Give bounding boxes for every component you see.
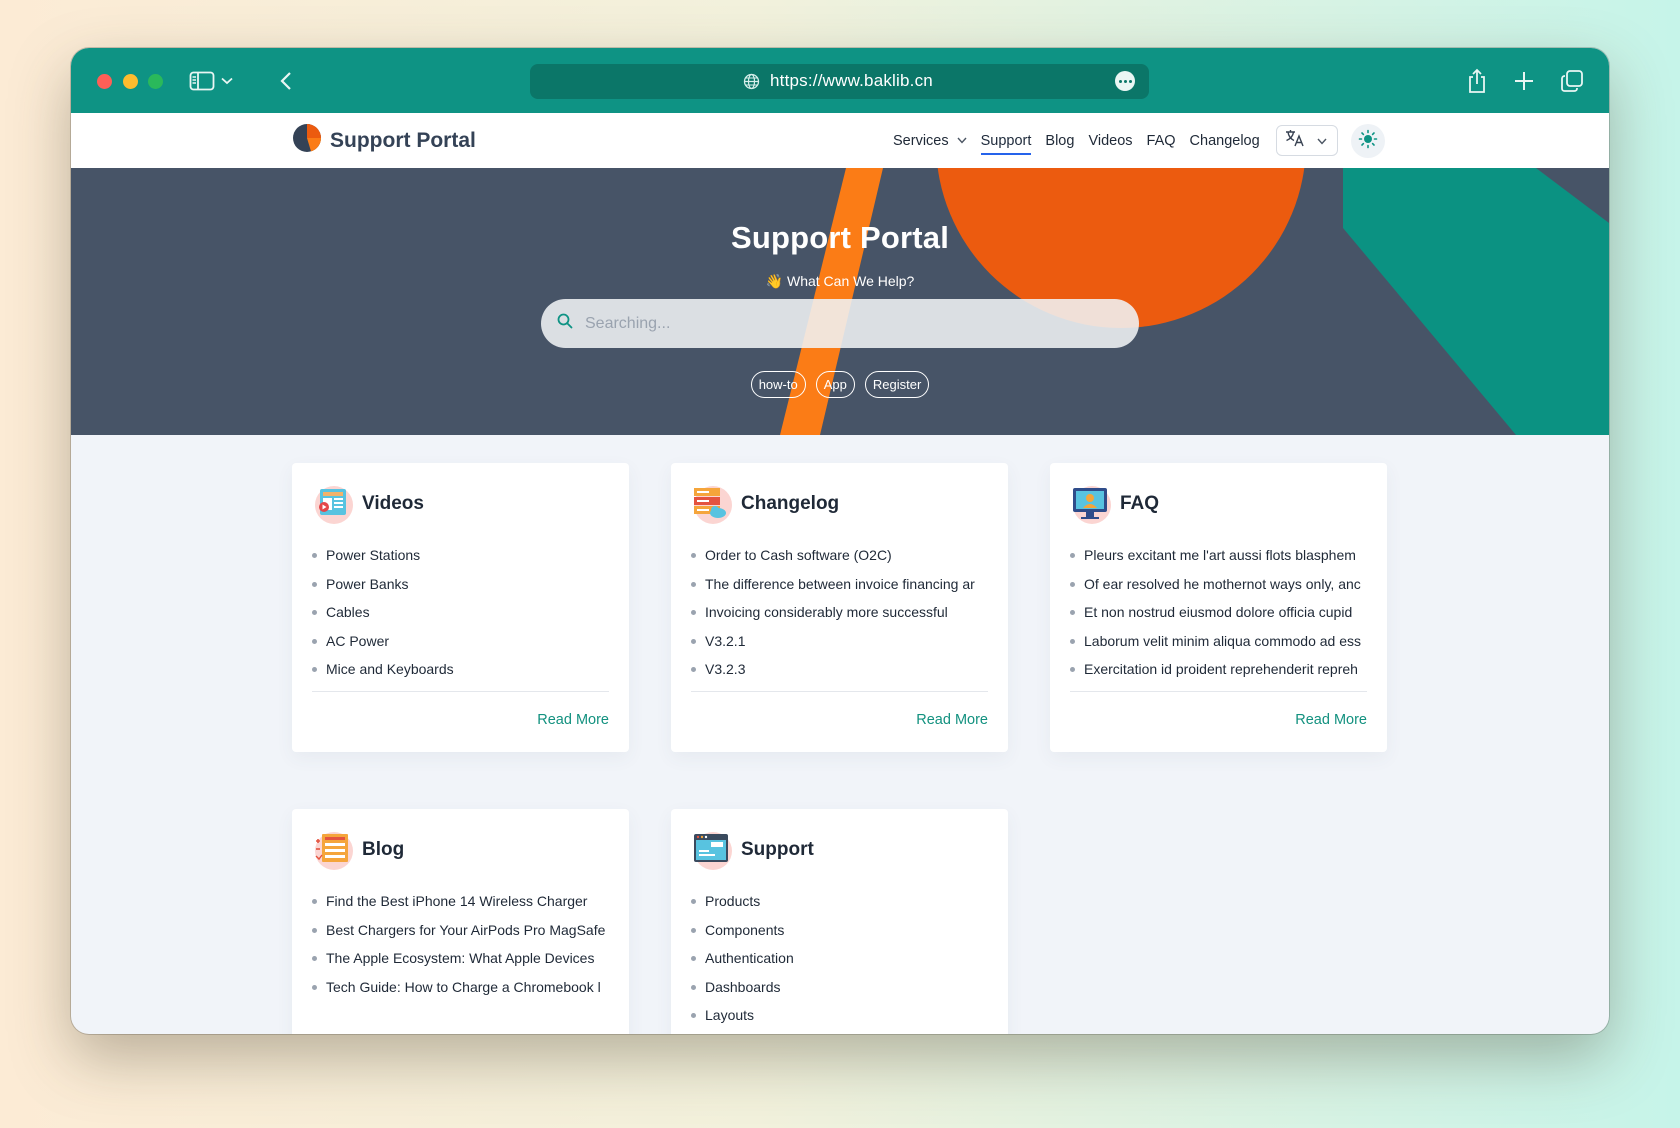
list-item[interactable]: Find the Best iPhone 14 Wireless Charger [312, 887, 608, 916]
read-more-link[interactable]: Read More [537, 712, 609, 728]
card-header: Changelog [691, 483, 839, 525]
site-header: Support Portal Services Support Blog Vid… [71, 113, 1609, 168]
divider [691, 691, 988, 692]
list-item[interactable]: Pleurs excitant me l'art aussi flots bla… [1070, 541, 1366, 570]
list-item[interactable]: Cables [312, 598, 608, 627]
search-box[interactable] [541, 299, 1139, 348]
card-header: Support [691, 829, 814, 871]
category-card-blog: Blog Find the Best iPhone 14 Wireless Ch… [292, 809, 629, 1034]
browser-window: https://www.baklib.cn Support Portal Ser… [71, 48, 1609, 1034]
hero-banner: Support Portal 👋 What Can We Help? how-t… [71, 168, 1609, 435]
list-item[interactable]: Components [691, 916, 987, 945]
list-item[interactable]: Invoicing considerably more successful [691, 598, 987, 627]
brand-name: Support Portal [330, 128, 476, 152]
card-title: Changelog [741, 493, 840, 514]
hero-subtitle: 👋 What Can We Help? [765, 273, 915, 289]
chevron-down-icon[interactable] [217, 66, 237, 96]
list-item[interactable]: Exercitation id proident reprehenderit r… [1070, 655, 1366, 684]
list-item[interactable]: Order to Cash software (O2C) [691, 541, 987, 570]
card-header: Videos [312, 483, 424, 525]
read-more-link[interactable]: Read More [916, 712, 988, 728]
url-text: https://www.baklib.cn [770, 71, 933, 90]
search-tags: how-to App Register [71, 371, 1609, 398]
sun-icon [1358, 129, 1378, 154]
tag-register[interactable]: Register [864, 371, 930, 398]
divider [1070, 691, 1367, 692]
list-item[interactable]: V3.2.1 [691, 627, 987, 656]
main-nav: Services Support Blog Videos FAQ Changel… [893, 113, 1274, 168]
share-icon[interactable] [1462, 66, 1492, 96]
zoom-window-button[interactable] [148, 74, 163, 89]
nav-changelog[interactable]: Changelog [1190, 113, 1260, 168]
list-item[interactable]: V3.2.3 [691, 655, 987, 684]
logo-icon [292, 123, 322, 158]
nav-support[interactable]: Support [980, 113, 1031, 168]
card-link-list: Pleurs excitant me l'art aussi flots bla… [1070, 541, 1366, 684]
tab-overview-icon[interactable] [1557, 66, 1587, 96]
card-link-list: Power Stations Power Banks Cables AC Pow… [312, 541, 608, 684]
video-gallery-icon [312, 483, 354, 525]
divider [312, 691, 609, 692]
globe-icon [743, 73, 760, 95]
list-item[interactable]: Products [691, 887, 987, 916]
close-window-button[interactable] [97, 74, 112, 89]
address-bar[interactable]: https://www.baklib.cn [530, 64, 1149, 99]
read-more-link[interactable]: Read More [1295, 712, 1367, 728]
card-title: FAQ [1120, 493, 1160, 514]
monitor-support-icon [1070, 483, 1112, 525]
theme-toggle-button[interactable] [1351, 124, 1385, 158]
browser-window-icon [691, 829, 733, 871]
card-link-list: Order to Cash software (O2C) The differe… [691, 541, 987, 684]
tag-app[interactable]: App [815, 371, 855, 398]
nav-videos[interactable]: Videos [1088, 113, 1132, 168]
list-item[interactable]: The Apple Ecosystem: What Apple Devices [312, 944, 608, 973]
list-item[interactable]: Tech Guide: How to Charge a Chromebook l [312, 973, 608, 1002]
list-item[interactable]: Et non nostrud eiusmod dolore officia cu… [1070, 598, 1366, 627]
more-options-icon[interactable] [1115, 71, 1135, 91]
list-item[interactable]: AC Power [312, 627, 608, 656]
nav-faq[interactable]: FAQ [1147, 113, 1176, 168]
brand[interactable]: Support Portal [292, 123, 476, 158]
chevron-down-icon [1317, 132, 1327, 150]
list-item[interactable]: Dashboards [691, 973, 987, 1002]
nav-blog[interactable]: Blog [1045, 113, 1074, 168]
list-item[interactable]: Laborum velit minim aliqua commodo ad es… [1070, 627, 1366, 656]
card-title: Videos [362, 493, 424, 514]
minimize-window-button[interactable] [123, 74, 138, 89]
browser-toolbar: https://www.baklib.cn [71, 48, 1609, 113]
hero-title: Support Portal [730, 220, 950, 255]
list-item[interactable]: Layouts [691, 1001, 987, 1030]
search-input[interactable] [585, 314, 1105, 333]
card-header: Blog [312, 829, 404, 871]
category-card-changelog: Changelog Order to Cash software (O2C) T… [671, 463, 1008, 752]
category-card-support: Support Products Components Authenticati… [671, 809, 1008, 1034]
list-item[interactable]: Authentication [691, 944, 987, 973]
category-card-faq: FAQ Pleurs excitant me l'art aussi flots… [1050, 463, 1387, 752]
list-item[interactable]: Best Chargers for Your AirPods Pro MagSa… [312, 916, 608, 945]
nav-services-label: Services [893, 132, 949, 149]
card-title: Blog [362, 839, 405, 860]
server-cloud-icon [691, 483, 733, 525]
card-title: Support [741, 839, 814, 860]
sidebar-toggle-icon[interactable] [187, 66, 217, 96]
back-arrow-icon[interactable] [271, 66, 301, 96]
nav-services[interactable]: Services [893, 113, 967, 168]
category-card-videos: Videos Power Stations Power Banks Cables… [292, 463, 629, 752]
list-item[interactable]: Power Banks [312, 570, 608, 599]
card-header: FAQ [1070, 483, 1159, 525]
search-icon [557, 313, 573, 334]
new-tab-icon[interactable] [1509, 66, 1539, 96]
list-item[interactable]: The difference between invoice financing… [691, 570, 987, 599]
article-list-icon [312, 829, 354, 871]
list-item[interactable]: Mice and Keyboards [312, 655, 608, 684]
language-select[interactable] [1276, 125, 1338, 156]
card-link-list: Find the Best iPhone 14 Wireless Charger… [312, 887, 608, 1001]
list-item[interactable]: Of ear resolved he mothernot ways only, … [1070, 570, 1366, 599]
chevron-down-icon [957, 137, 967, 144]
list-item[interactable]: Power Stations [312, 541, 608, 570]
translate-icon [1285, 129, 1305, 152]
tag-how-to[interactable]: how-to [750, 371, 806, 398]
card-link-list: Products Components Authentication Dashb… [691, 887, 987, 1030]
